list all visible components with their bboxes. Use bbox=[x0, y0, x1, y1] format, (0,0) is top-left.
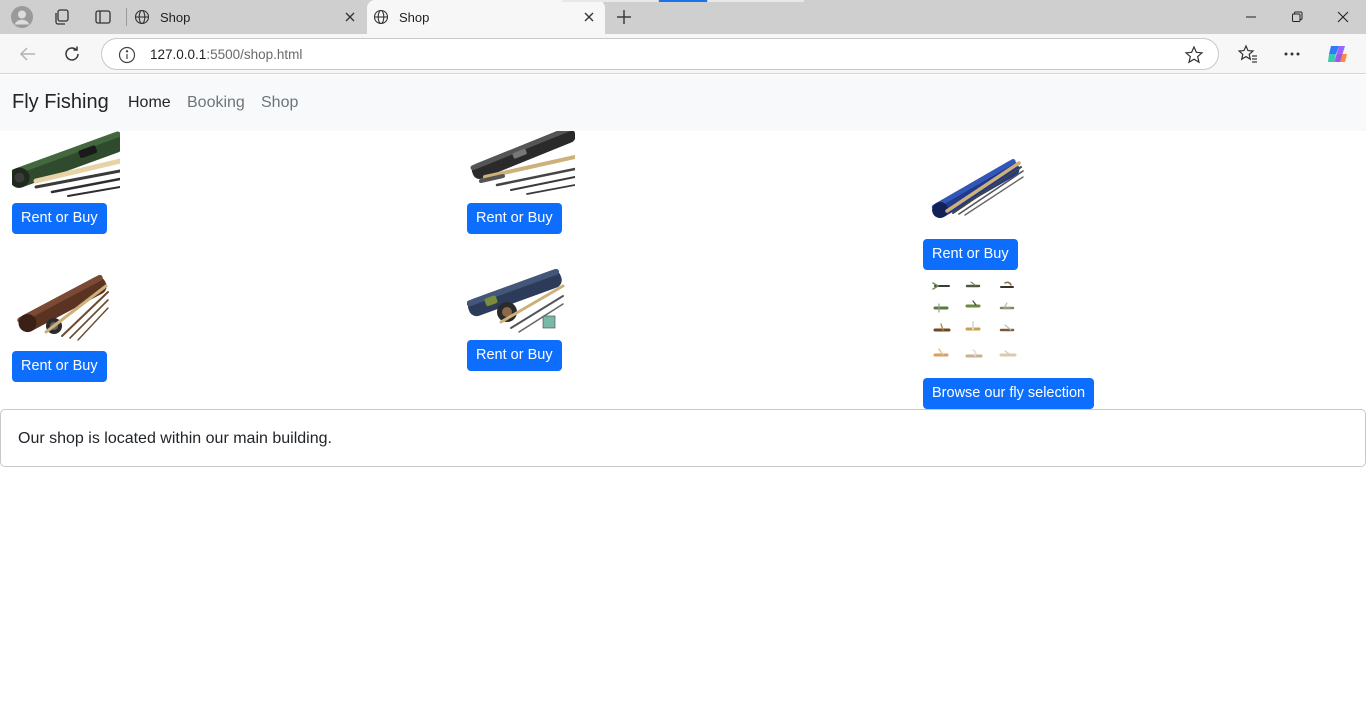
shop-location-text: Our shop is located within our main buil… bbox=[18, 430, 332, 447]
fly-assortment-image bbox=[923, 275, 1027, 369]
tab-strip-accent bbox=[562, 0, 658, 2]
browse-flies-button[interactable]: Browse our fly selection bbox=[923, 378, 1095, 409]
tab-strip-accent bbox=[708, 0, 804, 2]
brown-rod-and-reel-image bbox=[12, 270, 112, 344]
address-bar[interactable]: 127.0.0.1:5500/shop.html bbox=[101, 38, 1219, 70]
profile-avatar-icon[interactable] bbox=[10, 5, 34, 29]
rent-or-buy-button[interactable]: Rent or Buy bbox=[12, 351, 107, 382]
rent-or-buy-button[interactable]: Rent or Buy bbox=[12, 203, 107, 234]
black-fly-rod-image bbox=[467, 131, 575, 199]
blue-fly-rod-image bbox=[923, 131, 1031, 235]
globe-icon bbox=[373, 9, 389, 25]
tab-strip-accent bbox=[659, 0, 707, 2]
navy-rod-and-reel-kit-image bbox=[467, 266, 567, 338]
favorites-icon[interactable] bbox=[1236, 42, 1260, 66]
nav-link-booking[interactable]: Booking bbox=[187, 94, 245, 112]
product-image bbox=[467, 266, 567, 338]
rent-or-buy-button[interactable]: Rent or Buy bbox=[467, 340, 562, 371]
close-window-icon[interactable] bbox=[1320, 0, 1366, 34]
browser-tab-strip: Shop Shop bbox=[0, 0, 1366, 34]
url-path: :5500/shop.html bbox=[206, 47, 303, 62]
globe-icon bbox=[134, 9, 150, 25]
rent-or-buy-button[interactable]: Rent or Buy bbox=[467, 203, 562, 234]
tab-shop-inactive[interactable]: Shop bbox=[128, 0, 366, 34]
tab-actions-icon[interactable] bbox=[91, 5, 115, 29]
site-navbar: Fly Fishing Home Booking Shop bbox=[0, 75, 1366, 131]
browser-toolbar: 127.0.0.1:5500/shop.html bbox=[0, 34, 1366, 74]
product-image bbox=[12, 270, 112, 344]
nav-link-home[interactable]: Home bbox=[128, 94, 171, 112]
tab-shop-active[interactable]: Shop bbox=[367, 0, 605, 34]
favorite-star-icon[interactable] bbox=[1184, 45, 1204, 65]
site-info-icon[interactable] bbox=[118, 46, 136, 64]
tab-title: Shop bbox=[160, 9, 191, 25]
back-arrow-icon[interactable] bbox=[16, 42, 40, 66]
product-image bbox=[12, 131, 120, 199]
close-tab-icon[interactable] bbox=[581, 9, 597, 25]
rent-or-buy-button[interactable]: Rent or Buy bbox=[923, 239, 1018, 270]
tab-title: Shop bbox=[399, 9, 430, 25]
close-tab-icon[interactable] bbox=[342, 9, 358, 25]
product-image bbox=[923, 131, 1031, 235]
copilot-icon[interactable] bbox=[1326, 42, 1350, 66]
minimize-icon[interactable] bbox=[1228, 0, 1274, 34]
new-tab-icon[interactable] bbox=[612, 5, 636, 29]
brand-logo-text[interactable]: Fly Fishing bbox=[12, 91, 109, 114]
shop-location-card: Our shop is located within our main buil… bbox=[0, 409, 1366, 467]
reload-icon[interactable] bbox=[60, 42, 84, 66]
url-host: 127.0.0.1 bbox=[150, 47, 207, 62]
nav-link-shop[interactable]: Shop bbox=[261, 94, 298, 112]
tab-divider bbox=[126, 8, 127, 26]
restore-icon[interactable] bbox=[1274, 0, 1320, 34]
url-text[interactable]: 127.0.0.1:5500/shop.html bbox=[150, 47, 302, 62]
product-image bbox=[467, 131, 575, 199]
more-options-icon[interactable] bbox=[1280, 42, 1304, 66]
green-fly-rod-image bbox=[12, 131, 120, 199]
workspaces-icon[interactable] bbox=[50, 5, 74, 29]
product-image bbox=[923, 275, 1027, 369]
